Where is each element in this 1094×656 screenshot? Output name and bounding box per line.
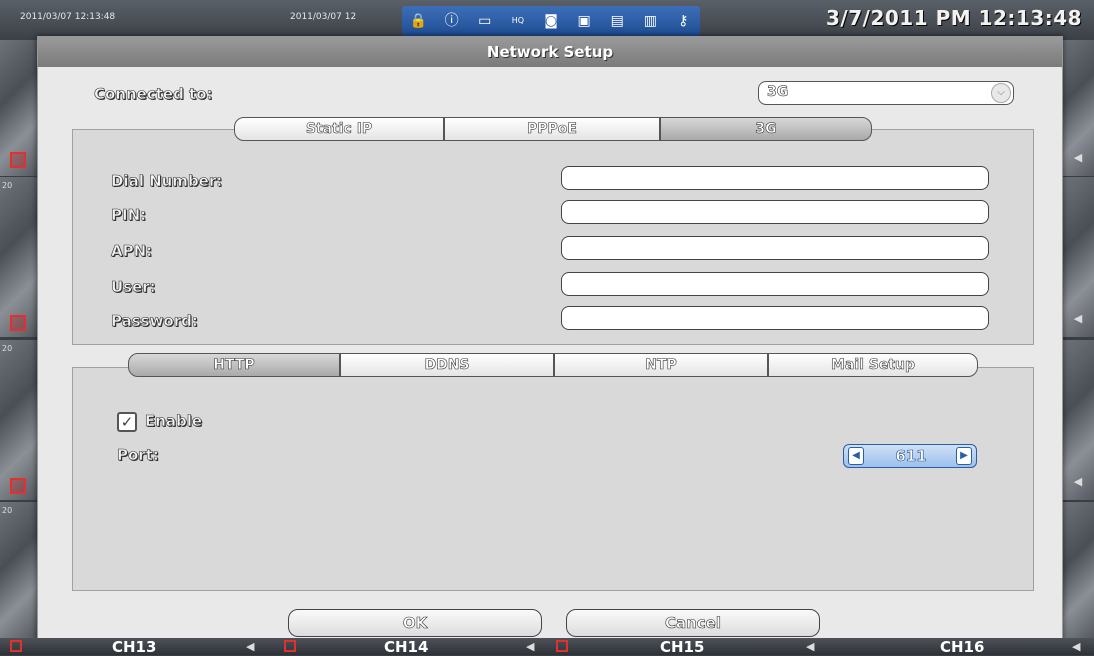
tab-static-ip[interactable]: Static IP [234, 117, 444, 141]
port-label: Port: [117, 446, 159, 465]
dial-number-label: Dial Number: [111, 172, 223, 191]
record-icon [284, 640, 296, 652]
tab-http[interactable]: HTTP [128, 353, 340, 377]
pin-field[interactable] [561, 200, 989, 224]
speaker-icon: ◀ [246, 640, 255, 653]
record-icon [556, 640, 568, 652]
dial-number-field[interactable] [561, 166, 989, 190]
tab-ddns[interactable]: DDNS [340, 353, 554, 377]
record-icon [10, 640, 22, 652]
speaker-icon: ◀ [806, 640, 815, 653]
save-icon[interactable]: ▣ [572, 11, 596, 31]
channel-label-14: CH14 [384, 638, 429, 656]
speaker-icon: ◀ [1073, 312, 1083, 325]
cancel-button[interactable]: Cancel [566, 609, 820, 637]
channel-label-16: CH16 [940, 638, 985, 656]
connection-panel: Dial Number: PIN: APN: User: Password: [72, 129, 1034, 345]
network-setup-dialog: Network Setup Connected to: 3G ⌵ Dial Nu… [37, 36, 1063, 640]
camera-icon[interactable]: ◙ [539, 11, 563, 31]
apn-label: APN: [111, 242, 153, 261]
camera-tile-left-1 [0, 36, 37, 176]
tape-icon[interactable]: ▭ [473, 11, 497, 31]
tab-mail-setup[interactable]: Mail Setup [768, 353, 978, 377]
dialog-title: Network Setup [38, 37, 1062, 67]
enable-checkbox[interactable]: ✓ [117, 412, 137, 432]
enable-label: Enable [145, 412, 203, 431]
channel-label-15: CH15 [660, 638, 705, 656]
ok-button[interactable]: OK [288, 609, 542, 637]
record-icon [10, 315, 26, 331]
increment-icon[interactable]: ▶ [956, 447, 972, 465]
speaker-icon: ◀ [526, 640, 535, 653]
password-field[interactable] [561, 306, 989, 330]
port-spinner[interactable]: ◀ 611 ▶ [843, 444, 977, 468]
monitor-icon[interactable]: ▤ [605, 11, 629, 31]
toolbar-icons: 🔒 ⓘ ▭ HQ ◙ ▣ ▤ ▥ ⚷ [402, 6, 700, 36]
tile-timestamp: 20 [2, 506, 13, 515]
camera-tile-left-3: 20 [0, 340, 37, 500]
password-label: Password: [111, 312, 198, 331]
key-icon[interactable]: ⚷ [671, 11, 695, 31]
camera-tile-right-4 [1061, 502, 1094, 638]
speaker-icon: ◀ [1072, 640, 1081, 653]
record-icon [10, 478, 26, 494]
camera-tile-left-4: 20 [0, 502, 37, 638]
user-field[interactable] [561, 272, 989, 296]
camera-tile-right-2: ◀ [1061, 177, 1094, 337]
tile-timestamp: 20 [2, 181, 13, 190]
info-icon[interactable]: ⓘ [440, 11, 464, 31]
connected-to-label: Connected to: [94, 85, 213, 104]
connected-to-value: 3G [767, 84, 789, 101]
chart-icon[interactable]: ▥ [638, 11, 662, 31]
camera-tile-right-1: ◀ [1061, 36, 1094, 176]
tab-3g[interactable]: 3G [660, 117, 872, 141]
apn-field[interactable] [561, 236, 989, 260]
record-icon [10, 152, 26, 168]
camera-tile-right-3: ◀ [1061, 340, 1094, 500]
pin-label: PIN: [111, 206, 147, 225]
lock-icon[interactable]: 🔒 [407, 11, 431, 31]
speaker-icon: ◀ [1073, 151, 1083, 164]
service-panel: ✓ Enable Port: ◀ 611 ▶ [72, 367, 1034, 591]
tile-timestamp: 20 [2, 344, 13, 353]
camera-tile-left-2: 20 [0, 177, 37, 337]
tab-ntp[interactable]: NTP [554, 353, 768, 377]
system-clock: 3/7/2011 PM 12:13:48 [826, 6, 1083, 30]
chevron-down-icon[interactable]: ⌵ [991, 83, 1011, 103]
channel-label-13: CH13 [112, 638, 157, 656]
service-tabs: HTTP DDNS NTP Mail Setup [128, 353, 978, 377]
status-bar: 2011/03/07 12:13:48 2011/03/07 12 🔒 ⓘ ▭ … [0, 0, 1094, 40]
channel-timestamp: 2011/03/07 12 [290, 12, 357, 22]
tab-pppoe[interactable]: PPPoE [444, 117, 660, 141]
hq-icon[interactable]: HQ [506, 11, 530, 31]
channel-bar [0, 638, 1094, 655]
connection-tabs: Static IP PPPoE 3G [234, 117, 872, 141]
speaker-icon: ◀ [1073, 475, 1083, 488]
connected-to-select[interactable]: 3G ⌵ [758, 81, 1014, 105]
user-label: User: [111, 278, 156, 297]
channel-timestamp: 2011/03/07 12:13:48 [20, 12, 116, 22]
